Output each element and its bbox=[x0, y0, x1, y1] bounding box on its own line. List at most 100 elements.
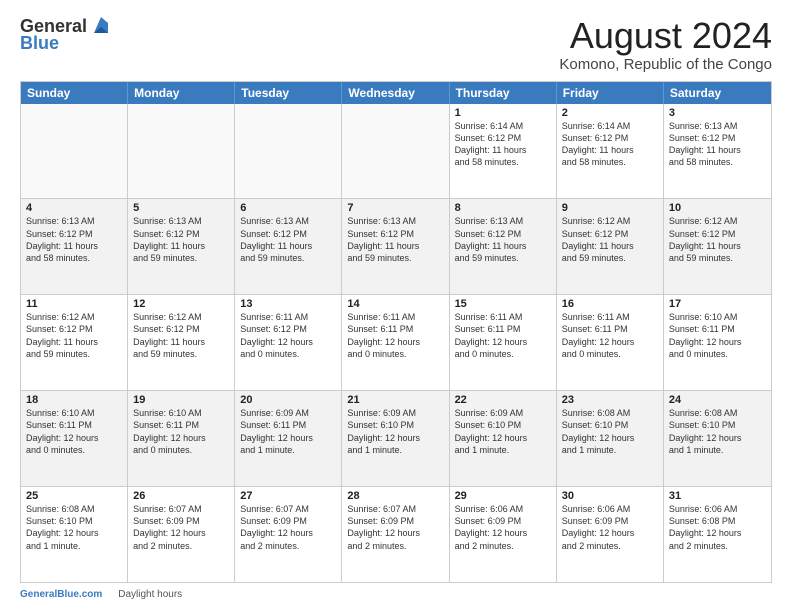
day-info-12: Sunrise: 6:12 AM Sunset: 6:12 PM Dayligh… bbox=[133, 311, 229, 360]
weekday-tuesday: Tuesday bbox=[235, 82, 342, 104]
month-title: August 2024 bbox=[559, 16, 772, 56]
day-info-7: Sunrise: 6:13 AM Sunset: 6:12 PM Dayligh… bbox=[347, 215, 443, 264]
calendar-cell-r0-c4: 1Sunrise: 6:14 AM Sunset: 6:12 PM Daylig… bbox=[450, 104, 557, 199]
calendar-cell-r3-c0: 18Sunrise: 6:10 AM Sunset: 6:11 PM Dayli… bbox=[21, 391, 128, 486]
weekday-saturday: Saturday bbox=[664, 82, 771, 104]
location: Komono, Republic of the Congo bbox=[559, 56, 772, 73]
day-num-25: 25 bbox=[26, 490, 122, 502]
calendar-cell-r1-c2: 6Sunrise: 6:13 AM Sunset: 6:12 PM Daylig… bbox=[235, 199, 342, 294]
weekday-monday: Monday bbox=[128, 82, 235, 104]
day-info-18: Sunrise: 6:10 AM Sunset: 6:11 PM Dayligh… bbox=[26, 407, 122, 456]
day-info-20: Sunrise: 6:09 AM Sunset: 6:11 PM Dayligh… bbox=[240, 407, 336, 456]
logo: General Blue bbox=[20, 16, 112, 54]
day-num-8: 8 bbox=[455, 202, 551, 214]
day-info-9: Sunrise: 6:12 AM Sunset: 6:12 PM Dayligh… bbox=[562, 215, 658, 264]
logo-icon bbox=[90, 15, 112, 37]
calendar-cell-r1-c4: 8Sunrise: 6:13 AM Sunset: 6:12 PM Daylig… bbox=[450, 199, 557, 294]
day-num-18: 18 bbox=[26, 394, 122, 406]
day-info-19: Sunrise: 6:10 AM Sunset: 6:11 PM Dayligh… bbox=[133, 407, 229, 456]
day-num-4: 4 bbox=[26, 202, 122, 214]
day-info-4: Sunrise: 6:13 AM Sunset: 6:12 PM Dayligh… bbox=[26, 215, 122, 264]
day-num-23: 23 bbox=[562, 394, 658, 406]
calendar-cell-r3-c4: 22Sunrise: 6:09 AM Sunset: 6:10 PM Dayli… bbox=[450, 391, 557, 486]
day-info-15: Sunrise: 6:11 AM Sunset: 6:11 PM Dayligh… bbox=[455, 311, 551, 360]
day-num-1: 1 bbox=[455, 107, 551, 119]
calendar-cell-r2-c1: 12Sunrise: 6:12 AM Sunset: 6:12 PM Dayli… bbox=[128, 295, 235, 390]
day-num-11: 11 bbox=[26, 298, 122, 310]
day-info-13: Sunrise: 6:11 AM Sunset: 6:12 PM Dayligh… bbox=[240, 311, 336, 360]
calendar-cell-r4-c3: 28Sunrise: 6:07 AM Sunset: 6:09 PM Dayli… bbox=[342, 487, 449, 582]
day-info-25: Sunrise: 6:08 AM Sunset: 6:10 PM Dayligh… bbox=[26, 503, 122, 552]
day-num-26: 26 bbox=[133, 490, 229, 502]
day-info-17: Sunrise: 6:10 AM Sunset: 6:11 PM Dayligh… bbox=[669, 311, 766, 360]
calendar-cell-r2-c3: 14Sunrise: 6:11 AM Sunset: 6:11 PM Dayli… bbox=[342, 295, 449, 390]
calendar-cell-r0-c1 bbox=[128, 104, 235, 199]
page: General Blue August 2024 Komono, Republi… bbox=[0, 0, 792, 612]
day-num-17: 17 bbox=[669, 298, 766, 310]
day-info-30: Sunrise: 6:06 AM Sunset: 6:09 PM Dayligh… bbox=[562, 503, 658, 552]
weekday-wednesday: Wednesday bbox=[342, 82, 449, 104]
day-info-1: Sunrise: 6:14 AM Sunset: 6:12 PM Dayligh… bbox=[455, 120, 551, 169]
calendar-cell-r0-c3 bbox=[342, 104, 449, 199]
calendar-body: 1Sunrise: 6:14 AM Sunset: 6:12 PM Daylig… bbox=[21, 104, 771, 582]
day-num-20: 20 bbox=[240, 394, 336, 406]
calendar-row-1: 4Sunrise: 6:13 AM Sunset: 6:12 PM Daylig… bbox=[21, 199, 771, 295]
calendar-cell-r2-c2: 13Sunrise: 6:11 AM Sunset: 6:12 PM Dayli… bbox=[235, 295, 342, 390]
calendar-cell-r2-c5: 16Sunrise: 6:11 AM Sunset: 6:11 PM Dayli… bbox=[557, 295, 664, 390]
day-info-2: Sunrise: 6:14 AM Sunset: 6:12 PM Dayligh… bbox=[562, 120, 658, 169]
header: General Blue August 2024 Komono, Republi… bbox=[20, 16, 772, 73]
calendar-cell-r3-c3: 21Sunrise: 6:09 AM Sunset: 6:10 PM Dayli… bbox=[342, 391, 449, 486]
day-info-28: Sunrise: 6:07 AM Sunset: 6:09 PM Dayligh… bbox=[347, 503, 443, 552]
day-num-19: 19 bbox=[133, 394, 229, 406]
day-num-14: 14 bbox=[347, 298, 443, 310]
calendar-cell-r1-c6: 10Sunrise: 6:12 AM Sunset: 6:12 PM Dayli… bbox=[664, 199, 771, 294]
day-info-5: Sunrise: 6:13 AM Sunset: 6:12 PM Dayligh… bbox=[133, 215, 229, 264]
day-num-13: 13 bbox=[240, 298, 336, 310]
day-info-6: Sunrise: 6:13 AM Sunset: 6:12 PM Dayligh… bbox=[240, 215, 336, 264]
day-info-21: Sunrise: 6:09 AM Sunset: 6:10 PM Dayligh… bbox=[347, 407, 443, 456]
calendar-cell-r0-c2 bbox=[235, 104, 342, 199]
day-num-30: 30 bbox=[562, 490, 658, 502]
day-num-15: 15 bbox=[455, 298, 551, 310]
day-num-29: 29 bbox=[455, 490, 551, 502]
calendar-cell-r1-c1: 5Sunrise: 6:13 AM Sunset: 6:12 PM Daylig… bbox=[128, 199, 235, 294]
calendar-cell-r3-c2: 20Sunrise: 6:09 AM Sunset: 6:11 PM Dayli… bbox=[235, 391, 342, 486]
day-info-22: Sunrise: 6:09 AM Sunset: 6:10 PM Dayligh… bbox=[455, 407, 551, 456]
calendar-cell-r1-c3: 7Sunrise: 6:13 AM Sunset: 6:12 PM Daylig… bbox=[342, 199, 449, 294]
calendar-cell-r3-c5: 23Sunrise: 6:08 AM Sunset: 6:10 PM Dayli… bbox=[557, 391, 664, 486]
day-num-21: 21 bbox=[347, 394, 443, 406]
day-info-26: Sunrise: 6:07 AM Sunset: 6:09 PM Dayligh… bbox=[133, 503, 229, 552]
calendar-cell-r4-c5: 30Sunrise: 6:06 AM Sunset: 6:09 PM Dayli… bbox=[557, 487, 664, 582]
calendar-cell-r4-c1: 26Sunrise: 6:07 AM Sunset: 6:09 PM Dayli… bbox=[128, 487, 235, 582]
day-num-6: 6 bbox=[240, 202, 336, 214]
title-block: August 2024 Komono, Republic of the Cong… bbox=[559, 16, 772, 73]
day-num-7: 7 bbox=[347, 202, 443, 214]
day-num-5: 5 bbox=[133, 202, 229, 214]
calendar-row-2: 11 Sunrise: 6:12 AM Sunset: 6:12 PM Dayli… bbox=[21, 295, 771, 391]
calendar-cell-r4-c2: 27Sunrise: 6:07 AM Sunset: 6:09 PM Dayli… bbox=[235, 487, 342, 582]
day-info-27: Sunrise: 6:07 AM Sunset: 6:09 PM Dayligh… bbox=[240, 503, 336, 552]
day-num-12: 12 bbox=[133, 298, 229, 310]
day-num-9: 9 bbox=[562, 202, 658, 214]
day-info-23: Sunrise: 6:08 AM Sunset: 6:10 PM Dayligh… bbox=[562, 407, 658, 456]
calendar-cell-r0-c0 bbox=[21, 104, 128, 199]
day-info-3: Sunrise: 6:13 AM Sunset: 6:12 PM Dayligh… bbox=[669, 120, 766, 169]
day-num-16: 16 bbox=[562, 298, 658, 310]
day-num-3: 3 bbox=[669, 107, 766, 119]
day-info-14: Sunrise: 6:11 AM Sunset: 6:11 PM Dayligh… bbox=[347, 311, 443, 360]
day-num-22: 22 bbox=[455, 394, 551, 406]
calendar-cell-r0-c5: 2Sunrise: 6:14 AM Sunset: 6:12 PM Daylig… bbox=[557, 104, 664, 199]
weekday-thursday: Thursday bbox=[450, 82, 557, 104]
day-info-10: Sunrise: 6:12 AM Sunset: 6:12 PM Dayligh… bbox=[669, 215, 766, 264]
calendar-header: Sunday Monday Tuesday Wednesday Thursday… bbox=[21, 82, 771, 104]
calendar-cell-r4-c6: 31Sunrise: 6:06 AM Sunset: 6:08 PM Dayli… bbox=[664, 487, 771, 582]
day-num-24: 24 bbox=[669, 394, 766, 406]
day-info-8: Sunrise: 6:13 AM Sunset: 6:12 PM Dayligh… bbox=[455, 215, 551, 264]
day-num-2: 2 bbox=[562, 107, 658, 119]
weekday-sunday: Sunday bbox=[21, 82, 128, 104]
calendar-cell-r4-c0: 25Sunrise: 6:08 AM Sunset: 6:10 PM Dayli… bbox=[21, 487, 128, 582]
calendar: Sunday Monday Tuesday Wednesday Thursday… bbox=[20, 81, 772, 583]
day-info-24: Sunrise: 6:08 AM Sunset: 6:10 PM Dayligh… bbox=[669, 407, 766, 456]
calendar-cell-r2-c0: 11Sunrise: 6:12 AM Sunset: 6:12 PM Dayli… bbox=[21, 295, 128, 390]
calendar-cell-r0-c6: 3Sunrise: 6:13 AM Sunset: 6:12 PM Daylig… bbox=[664, 104, 771, 199]
